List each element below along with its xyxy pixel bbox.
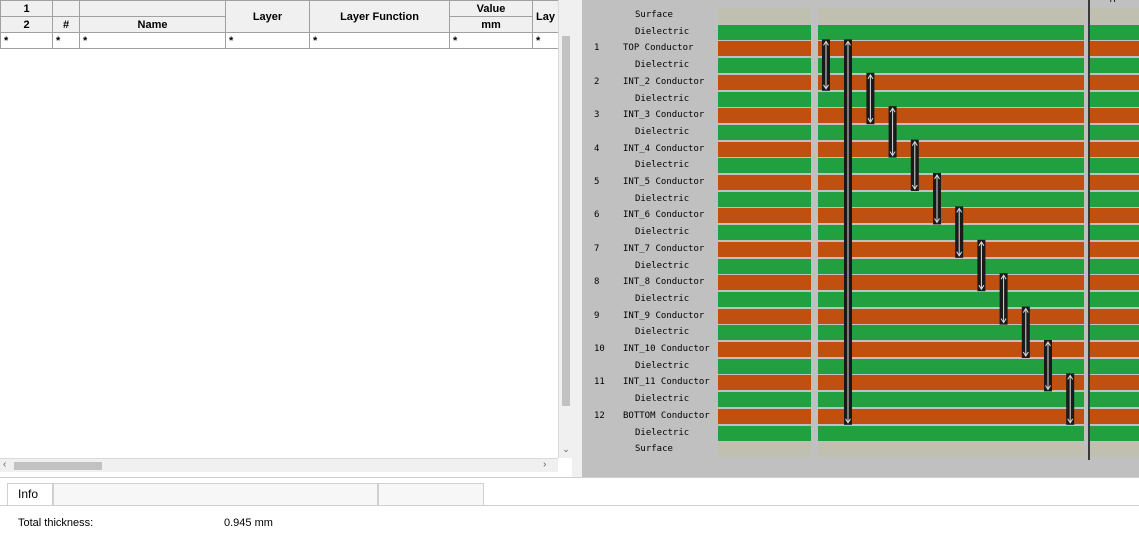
pane-splitter[interactable]: [572, 0, 582, 477]
stackup-diagram[interactable]: Surface Dielectric 1 TOP Conductor Dielectri…: [582, 0, 1139, 477]
grid-viewport: 1 Layer Layer Function Value Lay 2 # Nam…: [0, 0, 558, 458]
filter-value[interactable]: *: [449, 32, 533, 49]
row-header: 1: [0, 0, 53, 17]
info-body: Total thickness: 0.945 mm: [0, 505, 1139, 533]
filter-layer-function[interactable]: *: [309, 32, 450, 49]
via-11-12[interactable]: [1066, 373, 1075, 425]
filter-rowhead: *: [0, 32, 53, 49]
vertical-scrollbar[interactable]: ⌄: [558, 0, 572, 458]
column-header-number[interactable]: #: [52, 16, 80, 33]
layer-table: 1 Layer Layer Function Value Lay 2 # Nam…: [0, 0, 558, 49]
column-header-layer-function[interactable]: Layer Function: [309, 0, 450, 33]
via-1-2[interactable]: [822, 39, 830, 91]
filter-name[interactable]: *: [79, 32, 226, 49]
horizontal-scrollbar[interactable]: ‹ ›: [0, 458, 558, 472]
via-9-10[interactable]: [1021, 306, 1030, 358]
total-thickness-label: Total thickness:: [18, 517, 94, 529]
info-panel: Info Total thickness: 0.945 mm: [0, 477, 1139, 533]
column-header-value[interactable]: Value: [449, 0, 533, 17]
filter-number[interactable]: *: [52, 32, 80, 49]
row-header: 2: [0, 16, 53, 33]
horizontal-scroll-thumb[interactable]: [14, 462, 102, 470]
via-7-8[interactable]: [977, 239, 986, 292]
via-drawing: [822, 39, 1075, 425]
header-cell: [79, 0, 226, 17]
via-2-3[interactable]: [866, 72, 875, 125]
via-10-11[interactable]: [1044, 340, 1052, 392]
total-thickness-value: 0.945 mm: [224, 517, 273, 529]
stackup-grid[interactable]: 1 Layer Layer Function Value Lay 2 # Nam…: [0, 0, 572, 477]
column-header-name[interactable]: Name: [79, 16, 226, 33]
tab-blank: [378, 483, 484, 505]
via-6-7[interactable]: [955, 206, 964, 258]
column-header-layer[interactable]: Layer: [225, 0, 310, 33]
header-cell: [52, 0, 80, 17]
filter-lay[interactable]: *: [532, 32, 558, 49]
via-8-9[interactable]: [999, 273, 1008, 325]
filter-layer[interactable]: *: [225, 32, 310, 49]
via-4-5[interactable]: [910, 139, 919, 191]
via-3-4[interactable]: [888, 106, 897, 158]
tab-blank: [53, 483, 378, 505]
corner-mark: M: [1110, 0, 1116, 5]
scroll-down-icon[interactable]: ⌄: [561, 444, 571, 455]
vertical-scroll-thumb[interactable]: [562, 36, 570, 406]
via-1-12[interactable]: [844, 39, 852, 425]
scroll-right-icon[interactable]: ›: [543, 459, 546, 470]
scroll-left-icon[interactable]: ‹: [3, 459, 6, 470]
via-5-6[interactable]: [933, 173, 941, 225]
column-header-lay[interactable]: Lay: [532, 0, 558, 33]
tab-info[interactable]: Info: [7, 483, 53, 505]
column-header-value-unit: mm: [449, 16, 533, 33]
